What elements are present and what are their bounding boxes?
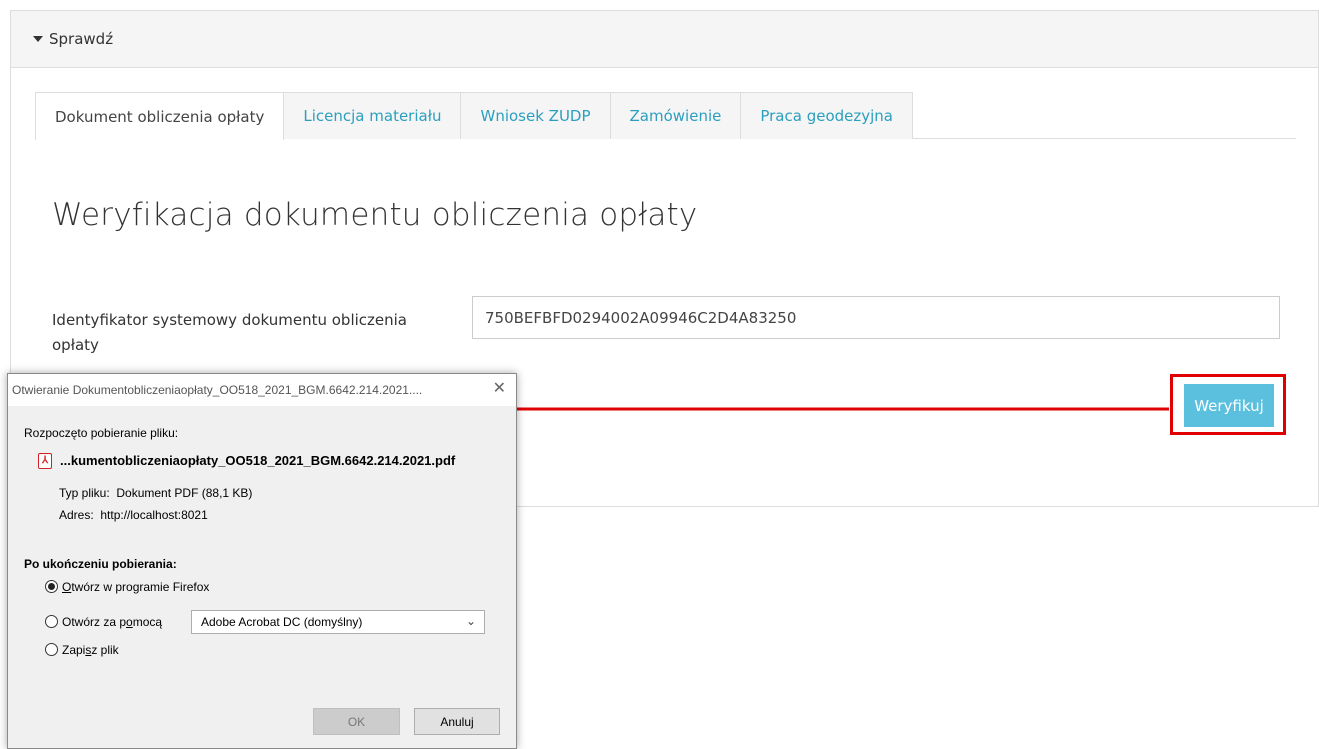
document-id-label: Identyfikator systemowy dokumentu oblicz… (52, 311, 407, 354)
radio-open-firefox-label[interactable]: Otwórz w programie Firefox (62, 580, 209, 594)
app-select-value: Adobe Acrobat DC (domyślny) (201, 615, 363, 629)
ok-button[interactable]: OK (313, 708, 400, 735)
pdf-icon: ⅄ (38, 453, 52, 469)
document-id-input[interactable] (472, 296, 1280, 339)
panel-header-toggle[interactable]: Sprawdź (11, 11, 1318, 68)
caret-down-icon (33, 36, 43, 42)
radio-open-with-label[interactable]: Otwórz za pomocą (62, 615, 162, 629)
download-started-text: Rozpoczęto pobieranie pliku: (24, 426, 179, 440)
tab-bar: Dokument obliczenia opłaty Licencja mate… (35, 92, 1296, 140)
radio-save-file-label[interactable]: Zapisz plik (62, 643, 119, 657)
cancel-button[interactable]: Anuluj (414, 708, 500, 735)
chevron-down-icon: ⌄ (465, 614, 476, 628)
radio-open-with[interactable] (45, 615, 58, 628)
dialog-title: Otwieranie Dokumentobliczeniaopłaty_OO51… (12, 383, 423, 397)
download-dialog: Otwieranie Dokumentobliczeniaopłaty_OO51… (7, 373, 517, 749)
tab-survey-work[interactable]: Praca geodezyjna (740, 92, 914, 139)
file-name: ...kumentobliczeniaopłaty_OO518_2021_BGM… (60, 453, 456, 468)
tab-order[interactable]: Zamówienie (609, 92, 742, 139)
tab-material-license[interactable]: Licencja materiału (283, 92, 462, 139)
app-select[interactable]: Adobe Acrobat DC (domyślny) ⌄ (191, 610, 485, 634)
tab-zudp-request[interactable]: Wniosek ZUDP (460, 92, 611, 139)
dialog-titlebar: Otwieranie Dokumentobliczeniaopłaty_OO51… (8, 374, 516, 406)
page-title: Weryfikacja dokumentu obliczenia opłaty (52, 197, 698, 233)
panel-header-label: Sprawdź (49, 30, 114, 48)
after-download-label: Po ukończeniu pobierania: (24, 557, 177, 571)
radio-save-file[interactable] (45, 643, 58, 656)
tab-fee-document[interactable]: Dokument obliczenia opłaty (35, 92, 285, 140)
file-type-row: Typ pliku: Dokument PDF (88,1 KB) (59, 486, 253, 500)
close-icon[interactable]: ✕ (493, 380, 506, 398)
file-address-row: Adres: http://localhost:8021 (59, 508, 208, 522)
verify-button[interactable]: Weryfikuj (1184, 384, 1274, 427)
radio-open-firefox[interactable] (45, 580, 58, 593)
